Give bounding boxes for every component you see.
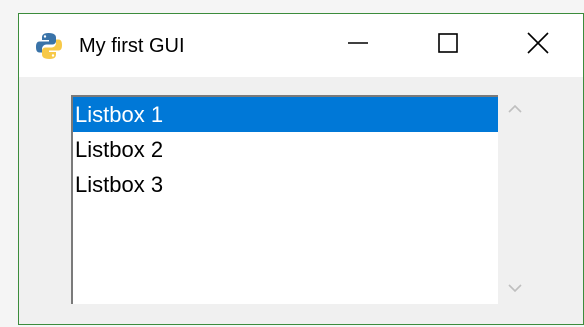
vertical-scrollbar[interactable] [498, 95, 532, 304]
close-icon [527, 32, 549, 59]
close-button[interactable] [493, 14, 583, 77]
chevron-down-icon [507, 280, 523, 298]
chevron-up-icon [507, 101, 523, 119]
list-item[interactable]: Listbox 1 [73, 97, 498, 132]
scroll-up-button[interactable] [498, 95, 532, 125]
minimize-icon [347, 32, 369, 59]
listbox[interactable]: Listbox 1 Listbox 2 Listbox 3 [71, 95, 498, 304]
maximize-button[interactable] [403, 14, 493, 77]
scroll-down-button[interactable] [498, 274, 532, 304]
app-window: My first GUI Listbox 1 Listbox 2 Listbox… [18, 13, 584, 325]
python-icon [34, 31, 64, 61]
maximize-icon [437, 32, 459, 59]
window-title: My first GUI [79, 35, 185, 57]
minimize-button[interactable] [313, 14, 403, 77]
list-item[interactable]: Listbox 2 [73, 132, 498, 167]
list-item[interactable]: Listbox 3 [73, 167, 498, 202]
title-bar[interactable]: My first GUI [19, 14, 583, 77]
client-area: Listbox 1 Listbox 2 Listbox 3 [19, 77, 583, 324]
